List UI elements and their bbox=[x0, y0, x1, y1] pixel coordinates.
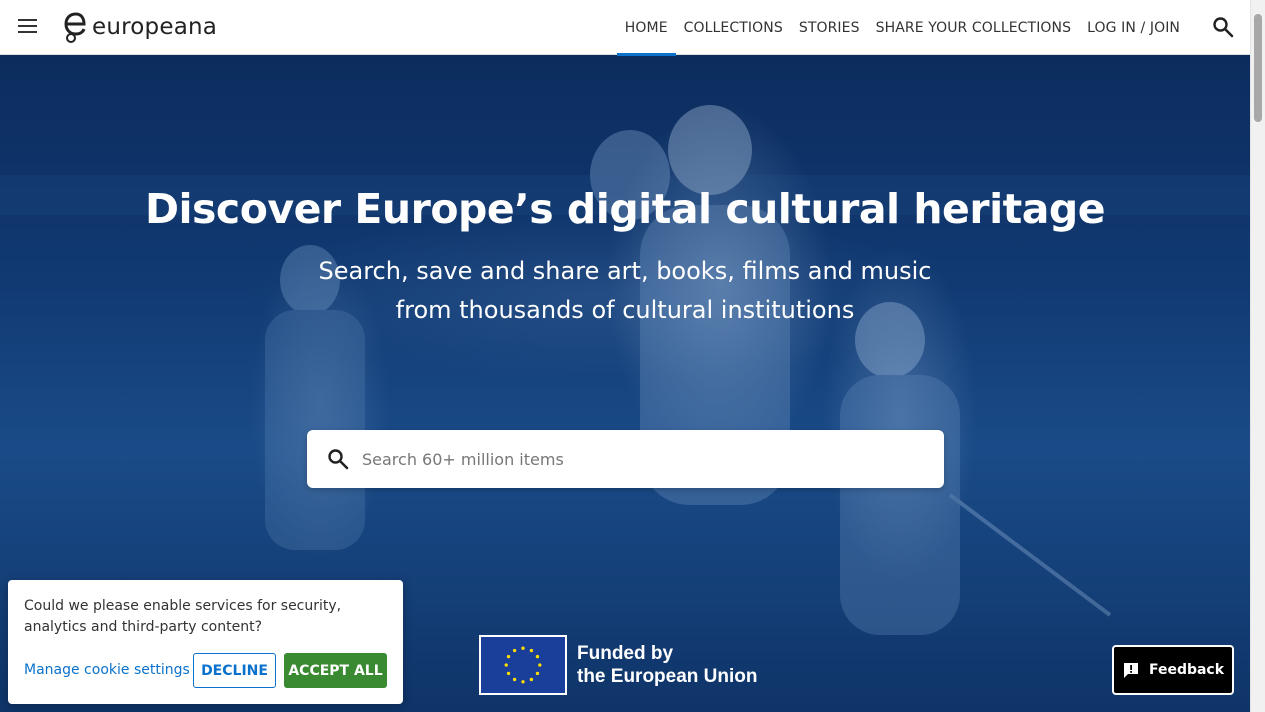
nav-login-join[interactable]: Log in / Join bbox=[1079, 0, 1188, 55]
eu-funding-line-1: Funded by bbox=[577, 643, 674, 664]
nav-home[interactable]: Home bbox=[616, 0, 676, 56]
hamburger-icon-bar bbox=[18, 19, 37, 21]
eu-stars-icon bbox=[504, 646, 542, 684]
eu-funding-text: Funded by the European Union bbox=[577, 642, 758, 688]
search-icon bbox=[328, 449, 349, 470]
hamburger-icon-bar bbox=[18, 31, 37, 33]
europeana-logo[interactable]: europeana bbox=[62, 10, 217, 44]
europeana-logo-icon bbox=[64, 12, 86, 43]
eu-funding-badge: Funded by the European Union bbox=[479, 635, 758, 695]
cookie-banner: Could we please enable services for secu… bbox=[8, 580, 403, 704]
feedback-label: Feedback bbox=[1148, 662, 1225, 678]
hero-title: Discover Europe’s digital cultural herit… bbox=[144, 185, 1106, 233]
scrollbar-thumb[interactable] bbox=[1254, 14, 1262, 122]
nav-collections[interactable]: Collections bbox=[676, 0, 791, 55]
eu-funding-line-2: the European Union bbox=[577, 666, 758, 687]
hamburger-menu-button[interactable] bbox=[16, 16, 40, 40]
eu-flag-icon bbox=[479, 635, 567, 695]
logo-text: europeana bbox=[92, 14, 218, 40]
nav-stories[interactable]: Stories bbox=[791, 0, 868, 55]
cookie-message: Could we please enable services for secu… bbox=[24, 598, 342, 635]
hero-subtitle-line-1: Search, save and share art, books, films… bbox=[318, 257, 932, 285]
feedback-icon bbox=[1123, 663, 1138, 678]
accept-all-button[interactable]: ACCEPT ALL bbox=[284, 653, 387, 688]
site-header: europeana Home Collections Stories Share… bbox=[0, 0, 1250, 56]
hero-search-input[interactable] bbox=[362, 430, 922, 488]
header-search-button[interactable] bbox=[1212, 16, 1234, 38]
nav-share-your-collections[interactable]: Share your collections bbox=[868, 0, 1080, 55]
hamburger-icon-bar bbox=[18, 25, 37, 27]
hero-subtitle-line-2: from thousands of cultural institutions bbox=[395, 296, 855, 324]
decline-button[interactable]: DECLINE bbox=[193, 653, 276, 688]
feedback-button[interactable]: Feedback bbox=[1112, 645, 1234, 695]
page-scrollbar[interactable] bbox=[1250, 0, 1265, 712]
main-nav: Home Collections Stories Share your coll… bbox=[616, 0, 1188, 56]
search-icon bbox=[1213, 17, 1234, 38]
hero-subtitle: Search, save and share art, books, films… bbox=[0, 252, 1250, 330]
manage-cookie-settings-link[interactable]: Manage cookie settings bbox=[24, 662, 190, 678]
hero-search-box[interactable] bbox=[307, 430, 944, 488]
